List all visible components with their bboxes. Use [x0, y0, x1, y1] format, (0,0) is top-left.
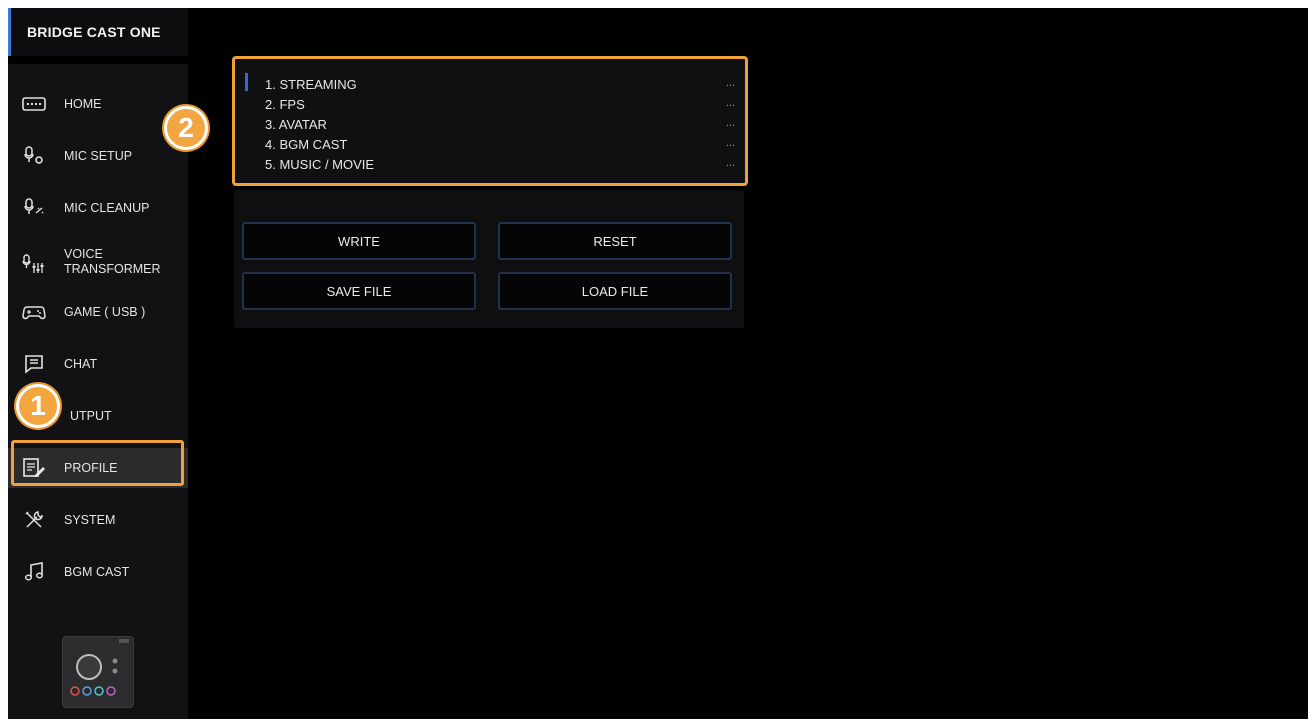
profile-row[interactable]: 3. AVATAR ...	[265, 115, 735, 135]
callout-one: 1	[16, 384, 60, 428]
device-image	[62, 636, 134, 708]
sidebar-item-label: GAME ( USB )	[64, 304, 146, 319]
mic-sliders-icon	[22, 253, 46, 275]
reset-button[interactable]: RESET	[498, 222, 732, 260]
sidebar-item-voice-transformer[interactable]: VOICE TRANSFORMER	[8, 244, 188, 284]
app-title: BRIDGE CAST ONE	[27, 24, 161, 40]
sidebar-item-label: MIC CLEANUP	[64, 200, 150, 215]
sidebar-item-label: CHAT	[64, 356, 98, 371]
mic-gear-icon	[22, 145, 46, 167]
app-window: BRIDGE CAST ONE HOME MIC SETUP MIC CLEAN…	[8, 8, 1308, 719]
callout-two: 2	[164, 106, 208, 150]
profile-list: 1. STREAMING ... 2. FPS ... 3. AVATAR ..…	[232, 56, 748, 186]
profile-name: 1. STREAMING	[265, 77, 357, 92]
profile-highlight	[11, 440, 184, 486]
profile-menu-button[interactable]: ...	[726, 77, 735, 89]
sidebar-item-label: SYSTEM	[64, 512, 116, 527]
sidebar-item-system[interactable]: SYSTEM	[8, 500, 188, 540]
sidebar-item-label: VOICE TRANSFORMER	[64, 247, 161, 276]
gamepad-icon	[22, 301, 46, 323]
profile-row[interactable]: 2. FPS ...	[265, 95, 735, 115]
profile-row[interactable]: 4. BGM CAST ...	[265, 135, 735, 155]
profile-menu-button[interactable]: ...	[726, 97, 735, 109]
profile-name: 5. MUSIC / MOVIE	[265, 157, 375, 172]
sidebar-item-chat[interactable]: CHAT	[8, 344, 188, 384]
music-note-icon	[22, 561, 46, 583]
sidebar-item-game-usb[interactable]: GAME ( USB )	[8, 292, 188, 332]
title-bar: BRIDGE CAST ONE	[8, 8, 188, 56]
tools-icon	[22, 509, 46, 531]
profile-row[interactable]: 5. MUSIC / MOVIE ...	[265, 155, 735, 175]
sidebar-item-label: UTPUT	[70, 408, 112, 423]
sidebar-item-label: MIC SETUP	[64, 148, 133, 163]
profile-name: 4. BGM CAST	[265, 137, 348, 152]
sidebar-item-bgm-cast[interactable]: BGM CAST	[8, 552, 188, 592]
sidebar-item-mic-setup[interactable]: MIC SETUP	[8, 136, 188, 176]
mic-clean-icon	[22, 197, 46, 219]
load-file-button[interactable]: LOAD FILE	[498, 272, 732, 310]
profile-name: 3. AVATAR	[265, 117, 327, 132]
sidebar-item-label: HOME	[64, 96, 102, 111]
profile-row[interactable]: 1. STREAMING ...	[265, 75, 735, 95]
save-file-button[interactable]: SAVE FILE	[242, 272, 476, 310]
sidebar-item-mic-cleanup[interactable]: MIC CLEANUP	[8, 188, 188, 228]
sidebar-item-home[interactable]: HOME	[8, 84, 188, 124]
profile-menu-button[interactable]: ...	[726, 117, 735, 129]
selection-indicator	[245, 73, 248, 91]
profile-menu-button[interactable]: ...	[726, 137, 735, 149]
keyboard-icon	[22, 93, 46, 115]
chat-icon	[22, 353, 46, 375]
write-button[interactable]: WRITE	[242, 222, 476, 260]
profile-name: 2. FPS	[265, 97, 305, 112]
sidebar-item-label: BGM CAST	[64, 564, 130, 579]
profile-menu-button[interactable]: ...	[726, 157, 735, 169]
action-panel: WRITE RESET SAVE FILE LOAD FILE	[234, 190, 744, 328]
